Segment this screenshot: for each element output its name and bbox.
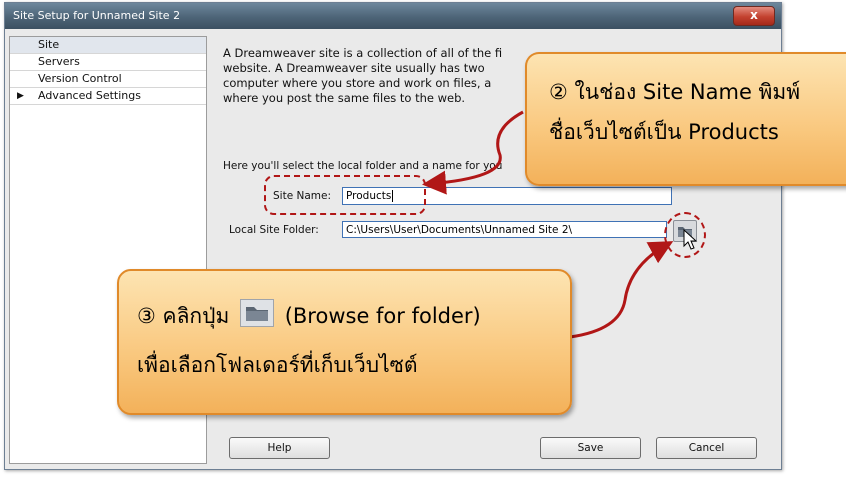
callout-step-2-line1: ในช่อง Site Name พิมพ์: [574, 80, 801, 104]
browse-button-highlight: [664, 212, 706, 258]
sidebar-item-site[interactable]: Site: [10, 37, 206, 54]
title-bar: Site Setup for Unnamed Site 2 x: [5, 3, 781, 29]
sidebar-item-version-control[interactable]: Version Control: [10, 71, 206, 88]
callout-step-3-prefix: คลิกปุ่ม: [162, 304, 230, 328]
sidebar-item-label: Advanced Settings: [38, 89, 141, 102]
window-title: Site Setup for Unnamed Site 2: [13, 9, 181, 22]
callout-step-number: ②: [549, 80, 568, 104]
sidebar-item-label: Servers: [38, 55, 80, 68]
expand-arrow-icon[interactable]: ▶: [17, 88, 24, 104]
sidebar-item-servers[interactable]: Servers: [10, 54, 206, 71]
folder-icon: [240, 299, 275, 327]
sidebar-item-label: Site: [38, 38, 60, 51]
sidebar-item-label: Version Control: [38, 72, 122, 85]
close-button[interactable]: x: [733, 6, 775, 26]
callout-step-3-suffix: (Browse for folder): [284, 304, 481, 328]
callout-step-3-line2: เพื่อเลือกโฟลเดอร์ที่เก็บเว็บไซต์: [137, 353, 418, 377]
callout-step-number: ③: [137, 304, 156, 328]
callout-step-3: ③ คลิกปุ่ม (Browse for folder) เพื่อเลือ…: [117, 269, 572, 415]
hint-text: Here you'll select the local folder and …: [223, 160, 503, 172]
cancel-button[interactable]: Cancel: [656, 437, 757, 459]
site-name-highlight: [264, 175, 426, 215]
help-button[interactable]: Help: [229, 437, 330, 459]
callout-step-2-line2: ชื่อเว็บไซต์เป็น Products: [549, 120, 779, 144]
local-site-folder-label: Local Site Folder:: [229, 224, 319, 236]
sidebar-item-advanced-settings[interactable]: ▶ Advanced Settings: [10, 88, 206, 105]
local-site-folder-value: C:\Users\User\Documents\Unnamed Site 2\: [346, 224, 573, 236]
local-site-folder-input[interactable]: C:\Users\User\Documents\Unnamed Site 2\: [342, 221, 667, 238]
save-button[interactable]: Save: [540, 437, 641, 459]
callout-step-2: ② ในช่อง Site Name พิมพ์ ชื่อเว็บไซต์เป็…: [525, 52, 846, 186]
